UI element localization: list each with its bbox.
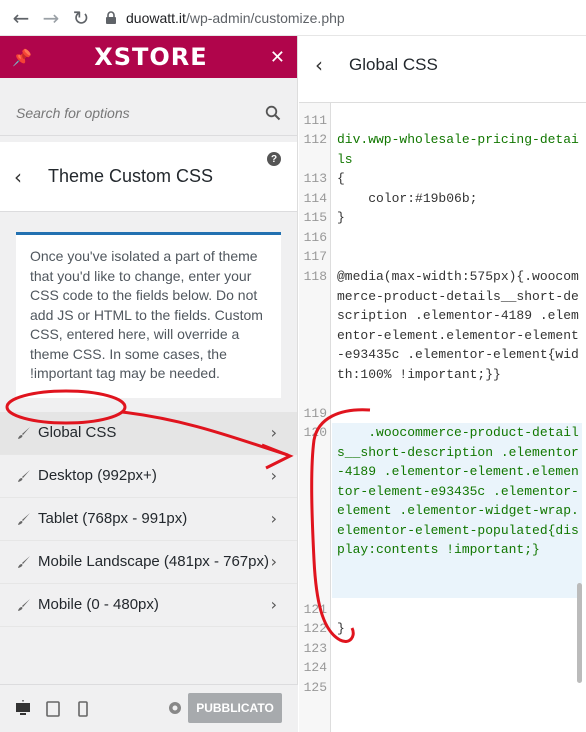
search-input[interactable] (16, 104, 265, 121)
chevron-right-icon: › (270, 466, 277, 485)
menu-item-label: Global CSS (38, 424, 117, 441)
mobile-preview-icon[interactable] (74, 700, 92, 718)
menu-item-tablet[interactable]: Tablet (768px - 991px) › (0, 498, 297, 541)
chevron-right-icon: › (270, 509, 277, 528)
brand-logo: XSTORE (94, 43, 208, 71)
menu-item-mobile-landscape[interactable]: Mobile Landscape (481px - 767px) › (0, 541, 297, 584)
code-text: } (337, 210, 345, 225)
line-number: 121 (303, 602, 327, 617)
address-bar[interactable]: duowatt.it/wp-admin/customize.php (104, 10, 345, 26)
customizer-sidebar: 📌 XSTORE ✕ ‹ Theme Custom CSS ? Once you… (0, 36, 298, 732)
css-editor-panel: ‹ Global CSS 111 112 div.wwp-wholesale-pri… (299, 36, 586, 732)
help-icon[interactable]: ? (267, 152, 281, 166)
line-number: 118 (303, 269, 327, 284)
menu-item-global-css[interactable]: Global CSS › (0, 411, 297, 455)
back-chevron-icon[interactable]: ‹ (14, 165, 48, 189)
forward-arrow-icon[interactable]: → (36, 3, 66, 33)
menu-item-desktop[interactable]: Desktop (992px+) › (0, 455, 297, 498)
menu-item-mobile[interactable]: Mobile (0 - 480px) › (0, 584, 297, 627)
chevron-right-icon: › (270, 595, 277, 614)
line-number: 113 (303, 171, 327, 186)
desktop-preview-icon[interactable] (14, 699, 32, 718)
panel-header: ‹ Global CSS (299, 36, 586, 94)
brush-icon (18, 598, 30, 611)
line-number: 116 (303, 230, 327, 245)
reload-icon[interactable]: ↻ (66, 3, 96, 33)
customizer-footer: PUBBLICATO (0, 684, 298, 732)
line-number: 125 (303, 680, 327, 695)
publish-button[interactable]: PUBBLICATO (188, 693, 282, 723)
url-path: /wp-admin/customize.php (185, 9, 345, 26)
menu-item-label: Desktop (992px+) (38, 467, 157, 484)
pin-icon[interactable]: 📌 (12, 48, 32, 67)
line-number: 120 (303, 425, 327, 440)
code-text: } (337, 621, 345, 636)
menu-item-label: Tablet (768px - 991px) (38, 510, 188, 527)
gear-icon[interactable] (166, 699, 184, 717)
tablet-preview-icon[interactable] (44, 700, 62, 718)
code-text: @media(max-width:575px){.woocommerce-pro… (337, 269, 579, 382)
line-number: 112 (303, 132, 327, 147)
line-number: 115 (303, 210, 327, 225)
code-text: { (337, 171, 345, 186)
chevron-right-icon: › (270, 423, 277, 442)
line-number: 122 (303, 621, 327, 636)
url-host: duowatt.it (126, 9, 186, 26)
line-number: 119 (303, 406, 327, 421)
back-chevron-icon[interactable]: ‹ (315, 53, 349, 77)
brush-icon (18, 555, 30, 568)
panel-title: Global CSS (349, 55, 438, 74)
brush-icon (18, 426, 30, 439)
line-number: 111 (303, 113, 327, 128)
close-icon[interactable]: ✕ (270, 47, 285, 68)
brand-bar: 📌 XSTORE ✕ (0, 36, 297, 78)
code-text: div.wwp-wholesale-pricing-details (337, 132, 579, 167)
browser-toolbar: ← → ↻ duowatt.it/wp-admin/customize.php (0, 0, 586, 36)
line-number: 124 (303, 660, 327, 675)
editor-scrollbar[interactable] (577, 583, 582, 683)
description-box: Once you've isolated a part of theme tha… (16, 232, 281, 398)
section-title: Theme Custom CSS (48, 166, 214, 186)
search-row (0, 90, 297, 136)
code-text: .woocommerce-product-details__short-desc… (337, 425, 579, 557)
brush-icon (18, 512, 30, 525)
chevron-right-icon: › (270, 552, 277, 571)
back-arrow-icon[interactable]: ← (6, 3, 36, 33)
menu-item-label: Mobile Landscape (481px - 767px) (38, 553, 269, 570)
code-text: color:#19b06b; (337, 191, 478, 206)
lock-icon (106, 10, 116, 24)
code-editor[interactable]: 111 112 div.wwp-wholesale-pricing-details 1… (299, 102, 586, 732)
line-number: 117 (303, 249, 327, 264)
menu-item-label: Mobile (0 - 480px) (38, 596, 159, 613)
brush-icon (18, 469, 30, 482)
line-number: 114 (303, 191, 327, 206)
section-header: ‹ Theme Custom CSS ? (0, 142, 297, 212)
line-number: 123 (303, 641, 327, 656)
search-icon[interactable] (265, 105, 281, 121)
